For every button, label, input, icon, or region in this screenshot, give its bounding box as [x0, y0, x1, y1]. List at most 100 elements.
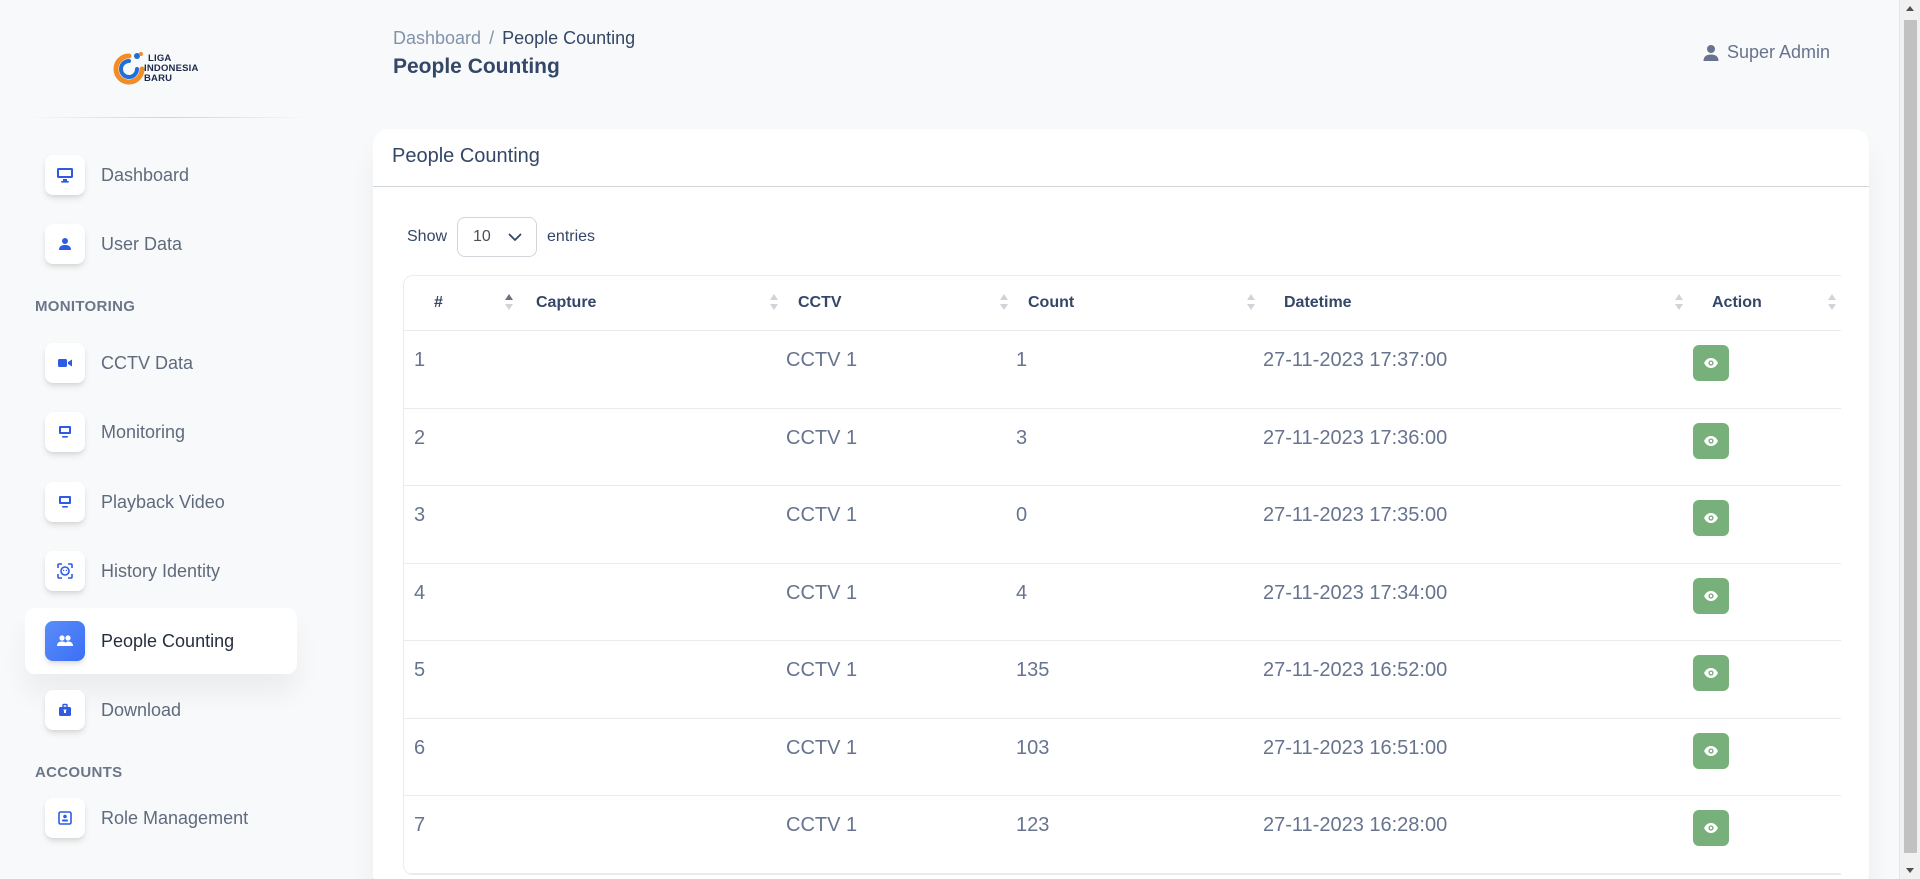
column-header-label: #	[434, 294, 443, 311]
sidebar-item-playback-video[interactable]: Playback Video	[25, 469, 297, 535]
column-header-label: Capture	[536, 294, 597, 311]
section-heading-accounts: ACCOUNTS	[35, 764, 123, 781]
sidebar-item-label: People Counting	[101, 630, 235, 651]
column-header-label: Action	[1712, 294, 1762, 311]
cell-count: 4	[1016, 563, 1263, 641]
view-button[interactable]	[1693, 655, 1729, 691]
user-icon	[1703, 44, 1719, 61]
sort-icon	[1827, 293, 1837, 313]
brand-logo[interactable]: LIGA INDONESIA BARU	[110, 46, 220, 92]
sidebar-item-download[interactable]: Download	[25, 677, 297, 743]
entries-select[interactable]: 10	[457, 217, 538, 257]
cell-capture	[524, 795, 786, 874]
view-button[interactable]	[1693, 500, 1729, 536]
cell-datetime: 27-11-2023 17:36:00	[1263, 408, 1691, 486]
cell-capture	[524, 485, 786, 564]
page-size-control: Show 10 entries	[407, 217, 595, 257]
cell-action	[1691, 563, 1841, 641]
column-header-label: Datetime	[1284, 294, 1352, 311]
cell-datetime: 27-11-2023 16:52:00	[1263, 640, 1691, 719]
table-row: 4 CCTV 1 4 27-11-2023 17:34:00	[404, 563, 1841, 641]
sidebar-item-label: Dashboard	[101, 164, 190, 185]
column-header-cctv[interactable]: CCTV	[786, 276, 1016, 331]
eye-icon	[1704, 358, 1718, 368]
sidebar-item-label: Download	[101, 699, 182, 720]
monitor-icon	[45, 412, 85, 452]
view-button[interactable]	[1693, 732, 1729, 769]
sort-icon	[999, 293, 1009, 313]
user-name: Super Admin	[1726, 42, 1830, 62]
sort-icon	[1674, 293, 1684, 313]
column-header-capture[interactable]: Capture	[524, 276, 786, 331]
cell-capture	[524, 408, 786, 486]
cell-datetime: 27-11-2023 16:28:00	[1263, 795, 1691, 874]
sidebar-item-people-counting[interactable]: People Counting	[25, 608, 297, 674]
table-row: 7 CCTV 1 123 27-11-2023 16:28:00	[404, 795, 1841, 874]
scroll-up-arrow-icon[interactable]	[1906, 6, 1914, 11]
sidebar-item-user-data[interactable]: User Data	[25, 211, 297, 277]
table-header-row: # Capture CCTV Count Datetime Action	[404, 276, 1841, 331]
table-row: 5 CCTV 1 135 27-11-2023 16:52:00	[404, 640, 1841, 719]
cell-action	[1691, 485, 1841, 564]
cell-number: 2	[404, 408, 524, 486]
sidebar-item-label: CCTV Data	[101, 352, 194, 373]
cell-capture	[524, 718, 786, 796]
sidebar-item-monitoring[interactable]: Monitoring	[25, 399, 297, 465]
cell-action	[1691, 640, 1841, 719]
view-button[interactable]	[1693, 422, 1729, 459]
user-icon	[45, 224, 85, 264]
user-menu[interactable]: Super Admin	[1703, 42, 1830, 63]
view-button[interactable]	[1693, 810, 1729, 846]
scrollbar-thumb[interactable]	[1904, 20, 1917, 853]
cell-count: 0	[1016, 485, 1263, 564]
column-header-datetime[interactable]: Datetime	[1263, 276, 1691, 331]
cell-cctv: CCTV 1	[786, 485, 1016, 564]
monitor-icon	[45, 155, 85, 195]
cell-action	[1691, 718, 1841, 796]
table-row: 3 CCTV 1 0 27-11-2023 17:35:00	[404, 485, 1841, 564]
cell-number: 3	[404, 485, 524, 564]
cell-cctv: CCTV 1	[786, 563, 1016, 641]
cell-action	[1691, 795, 1841, 874]
view-button[interactable]	[1693, 577, 1729, 614]
sidebar-item-cctv-data[interactable]: CCTV Data	[25, 330, 297, 396]
breadcrumb-link-dashboard[interactable]: Dashboard	[393, 28, 481, 48]
id-card-icon	[45, 798, 85, 838]
logo-line-3: BARU	[144, 73, 173, 84]
card-title: People Counting	[373, 129, 1869, 187]
sidebar-item-label: User Data	[101, 233, 183, 254]
cell-count: 103	[1016, 718, 1263, 796]
eye-icon	[1704, 745, 1718, 756]
scroll-down-arrow-icon[interactable]	[1906, 868, 1914, 873]
cell-count: 135	[1016, 640, 1263, 719]
video-camera-icon	[45, 343, 85, 383]
view-button[interactable]	[1693, 345, 1729, 381]
eye-icon	[1704, 668, 1718, 678]
cell-datetime: 27-11-2023 17:34:00	[1263, 563, 1691, 641]
sidebar-item-role-management[interactable]: Role Management	[25, 785, 297, 851]
eye-icon	[1704, 590, 1718, 601]
entries-select-value: 10	[473, 228, 491, 245]
cell-datetime: 27-11-2023 16:51:00	[1263, 718, 1691, 796]
people-counting-table: # Capture CCTV Count Datetime Action 1 C…	[404, 276, 1841, 874]
column-header-label: Count	[1028, 294, 1075, 311]
people-counting-table-wrapper[interactable]: # Capture CCTV Count Datetime Action 1 C…	[403, 275, 1841, 875]
cell-cctv: CCTV 1	[786, 408, 1016, 486]
cell-action	[1691, 408, 1841, 486]
sidebar-item-dashboard[interactable]: Dashboard	[25, 142, 297, 208]
cell-action	[1691, 330, 1841, 409]
column-header-count[interactable]: Count	[1016, 276, 1263, 331]
monitor-icon	[45, 482, 85, 522]
breadcrumb-separator: /	[489, 28, 495, 48]
sort-ascending-icon	[504, 293, 514, 313]
cell-count: 123	[1016, 795, 1263, 874]
cell-cctv: CCTV 1	[786, 640, 1016, 719]
cell-cctv: CCTV 1	[786, 330, 1016, 409]
column-header-number[interactable]: #	[404, 276, 524, 331]
cell-capture	[524, 640, 786, 719]
page-scrollbar[interactable]	[1899, 0, 1920, 879]
column-header-action[interactable]: Action	[1691, 276, 1841, 331]
sort-icon	[1246, 293, 1256, 313]
entries-label: entries	[547, 228, 596, 245]
sidebar-item-history-identity[interactable]: History Identity	[25, 538, 297, 604]
